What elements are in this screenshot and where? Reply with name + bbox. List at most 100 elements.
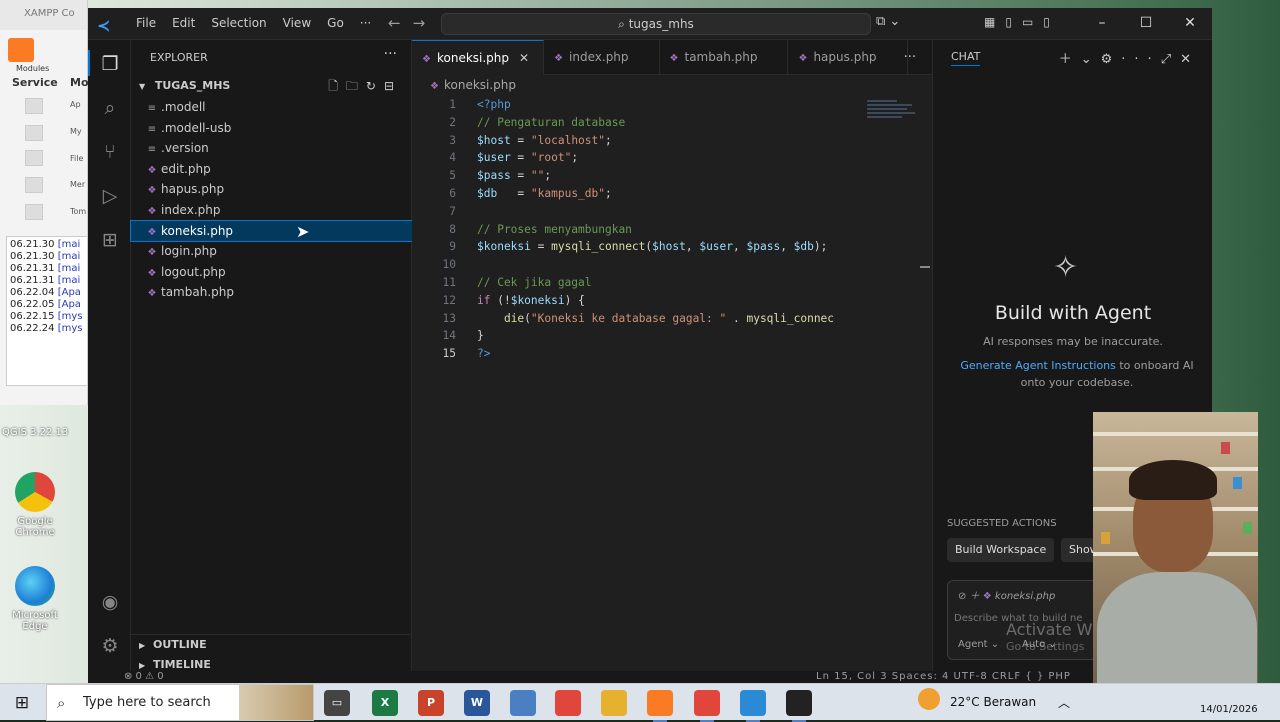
run-debug-icon[interactable]: ▷ [98, 184, 122, 208]
xampp-service-checkbox[interactable] [25, 204, 43, 220]
explorer-icon[interactable]: ❐ [98, 52, 122, 76]
file-item[interactable]: ❖ logout.php [131, 262, 412, 283]
project-folder-header[interactable]: ▼ TUGAS_MHS 🗋🗀↻⊟ [131, 76, 412, 96]
code-line[interactable]: 1 <?php [412, 96, 858, 114]
file-item[interactable]: ❖ tambah.php [131, 282, 412, 303]
task-view-icon[interactable]: ▭ [324, 690, 350, 716]
problems-indicator[interactable]: ⊗ 0 ⚠ 0 [124, 671, 164, 682]
toggle-panel-icon[interactable]: ▭ [1022, 15, 1043, 29]
vscode-icon[interactable] [740, 690, 766, 722]
clock-date[interactable]: 14/01/2026 [1200, 704, 1258, 715]
chrome-icon[interactable] [555, 690, 581, 716]
qgis-desktop-label[interactable]: QGIS 3.22.13 [2, 427, 68, 438]
nav-arrows[interactable]: ←→ [388, 14, 437, 32]
maximize-icon[interactable]: ☐ [1124, 8, 1168, 40]
file-item[interactable]: ❖ koneksi.php [130, 219, 413, 243]
new-folder-icon[interactable]: 🗀 [346, 79, 366, 93]
code-line[interactable]: 9 $koneksi = mysqli_connect($host, $user,… [412, 238, 858, 256]
code-line[interactable]: 12 if (!$koneksi) { [412, 292, 858, 310]
context-attachment[interactable]: ⊘ ＋ ❖ koneksi.php [958, 587, 1055, 602]
close-icon[interactable]: ✕ [1180, 52, 1200, 67]
code-editor[interactable]: 1 <?php 2 // Pengaturan database 3 $host = "l… [412, 96, 858, 363]
outline-section[interactable]: ▶ OUTLINE [131, 635, 412, 655]
copilot-icon[interactable]: ⧉ ⌄ [876, 14, 900, 29]
xampp-icon[interactable] [647, 690, 673, 722]
toggle-secondary-sidebar-icon[interactable]: ▯ [1043, 15, 1060, 29]
attach-icon[interactable]: ⊘ [958, 591, 966, 602]
obs-icon[interactable] [786, 690, 812, 722]
new-file-icon[interactable]: 🗋 [328, 79, 346, 93]
minimap[interactable] [867, 98, 917, 128]
chat-header[interactable]: CHAT [951, 50, 981, 66]
forward-arrow-icon[interactable]: → [413, 14, 438, 32]
file-item[interactable]: ≡ .version [131, 138, 412, 159]
menu-item-selection[interactable]: Selection [203, 16, 274, 30]
file-item[interactable]: ≡ .modell [131, 97, 412, 118]
menu-item-view[interactable]: View [275, 16, 319, 30]
chrome-profile-icon[interactable] [694, 690, 720, 722]
menu-item-edit[interactable]: Edit [164, 16, 203, 30]
xampp-control-panel-window[interactable]: XAMPP Co Modules Service Mo Ap My File M… [0, 0, 89, 405]
code-line[interactable]: 2 // Pengaturan database [412, 114, 858, 132]
command-center-search[interactable]: ⌕ tugas_mhs [441, 13, 871, 35]
file-item[interactable]: ❖ login.php [131, 241, 412, 262]
agent-mode-dropdown[interactable]: Agent ⌄ [958, 639, 999, 650]
back-arrow-icon[interactable]: ← [388, 14, 413, 32]
file-item[interactable]: ≡ .modell-usb [131, 118, 412, 139]
breadcrumb[interactable]: ❖ koneksi.php [430, 78, 516, 92]
menu-item-more[interactable]: ··· [352, 16, 379, 30]
search-icon[interactable]: ⌕ [98, 96, 122, 120]
settings-gear-icon[interactable]: ⚙ [98, 634, 122, 658]
code-line[interactable]: 6 $db = "kampus_db"; [412, 185, 858, 203]
generate-agent-instructions-link[interactable]: Generate Agent Instructions [960, 359, 1116, 372]
weather-icon[interactable] [918, 688, 940, 710]
minimize-icon[interactable]: – [1080, 8, 1124, 40]
menu-item-file[interactable]: File [128, 16, 164, 30]
editor-more-actions-icon[interactable]: ··· [904, 50, 916, 65]
menu-item-go[interactable]: Go [319, 16, 352, 30]
add-context-icon[interactable]: ＋ [970, 591, 980, 602]
chevron-down-icon[interactable]: ⌄ [1081, 52, 1101, 67]
xampp-service-checkbox[interactable] [25, 150, 43, 166]
editor-tab[interactable]: ❖ tambah.php [660, 40, 789, 75]
code-line[interactable]: 15 ?> [412, 345, 858, 363]
xampp-service-checkbox[interactable] [25, 177, 43, 193]
layout-controls[interactable]: ▦▯▭▯ [984, 15, 1060, 29]
microsoft-edge-desktop-icon[interactable]: Microsoft Edge [6, 566, 64, 632]
code-line[interactable]: 14} [412, 327, 858, 345]
close-icon[interactable]: ✕ [1168, 8, 1212, 40]
source-control-icon[interactable]: ⑂ [98, 140, 122, 164]
code-line[interactable]: 13 die("Koneksi ke database gagal: " . m… [412, 310, 858, 328]
account-icon[interactable]: ◉ [98, 590, 122, 614]
code-line[interactable]: 4 $user = "root"; [412, 149, 858, 167]
close-tab-icon[interactable]: ✕ [519, 51, 529, 65]
xampp-service-checkbox[interactable] [25, 98, 43, 114]
build-workspace-button[interactable]: Build Workspace [947, 538, 1055, 562]
network-app-icon[interactable] [510, 690, 536, 716]
windows-start-icon[interactable]: ⊞ [12, 693, 32, 713]
more-actions-icon[interactable]: ··· [1121, 52, 1160, 67]
weather-text[interactable]: 22°C Berawan [950, 695, 1036, 709]
google-chrome-desktop-icon[interactable]: Google Chrome [6, 472, 64, 538]
more-actions-icon[interactable]: ··· [384, 46, 397, 62]
excel-icon[interactable]: X [372, 690, 398, 716]
extensions-icon[interactable]: ⊞ [98, 228, 122, 252]
code-line[interactable]: 3 $host = "localhost"; [412, 132, 858, 150]
code-line[interactable]: 10 [412, 256, 858, 274]
file-item[interactable]: ❖ edit.php [131, 159, 412, 180]
xampp-service-checkbox[interactable] [25, 125, 43, 141]
refresh-icon[interactable]: ↻ [366, 79, 384, 93]
file-item[interactable]: ❖ hapus.php [131, 179, 412, 200]
powerpoint-icon[interactable]: P [418, 690, 444, 716]
code-line[interactable]: 8 // Proses menyambungkan [412, 221, 858, 239]
code-line[interactable]: 7 [412, 203, 858, 221]
taskbar-search-box[interactable]: ⌕ Type here to search [46, 684, 314, 721]
code-line[interactable]: 11 // Cek jika gagal [412, 274, 858, 292]
file-item[interactable]: ❖ index.php [131, 200, 412, 221]
file-explorer-icon[interactable] [601, 690, 627, 716]
code-line[interactable]: 5 $pass = ""; [412, 167, 858, 185]
editor-status[interactable]: Ln 15, Col 3 Spaces: 4 UTF-8 CRLF { } PH… [816, 671, 1071, 682]
customize-layout-icon[interactable]: ▦ [984, 15, 1005, 29]
settings-gear-icon[interactable]: ⚙ [1101, 52, 1122, 67]
chevron-up-icon[interactable]: ︿ [1058, 694, 1070, 711]
